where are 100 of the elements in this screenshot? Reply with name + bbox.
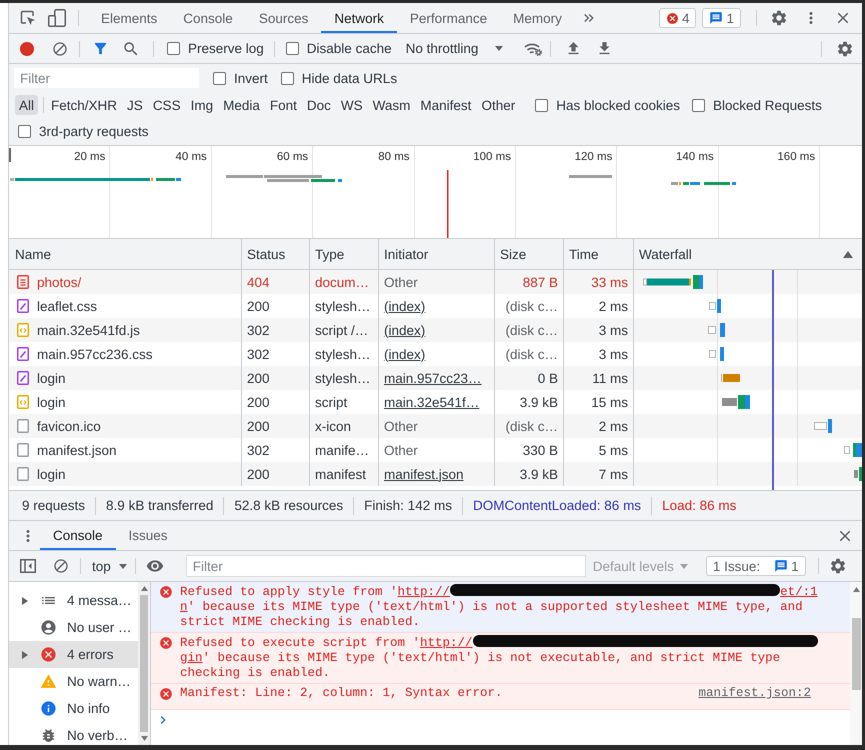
checkbox[interactable] <box>18 125 31 138</box>
scroll-down-arrow-icon[interactable] <box>140 736 148 741</box>
settings-icon[interactable] <box>836 40 854 58</box>
initiator-link[interactable]: manifest.json <box>384 466 464 482</box>
devices-icon[interactable] <box>48 9 66 27</box>
checkbox[interactable] <box>692 98 706 112</box>
settings-icon[interactable] <box>770 9 788 27</box>
sidebar-item[interactable]: 4 errors <box>9 641 138 668</box>
issue-count-button[interactable]: 1 <box>702 8 741 28</box>
column-header[interactable]: Name <box>9 239 241 269</box>
drawer-tab[interactable]: Issues <box>116 521 181 550</box>
column-header[interactable]: Size <box>494 239 563 269</box>
panel-tab[interactable]: Performance <box>396 3 500 33</box>
document-file-icon <box>17 275 29 289</box>
throttling-select[interactable]: No throttling <box>406 41 504 56</box>
checkbox[interactable] <box>167 42 180 55</box>
sidebar-item[interactable]: 4 messa… <box>9 587 138 614</box>
request-row[interactable]: login 200 stylesh… main.957cc23… 0 B 11 ms <box>9 366 862 390</box>
url-link[interactable]: http:// <box>420 636 473 650</box>
info-icon <box>40 700 57 717</box>
console-filter-input[interactable]: Filter <box>186 555 586 577</box>
type-filter-button[interactable]: Img <box>186 95 218 115</box>
tick-label: 40 ms <box>175 151 207 164</box>
tick-label: 20 ms <box>74 151 106 164</box>
scroll-up-arrow-icon[interactable] <box>140 586 148 591</box>
panel-tab[interactable]: Memory <box>500 3 575 33</box>
status-text: Finish: 142 ms <box>353 496 462 514</box>
panel-tab[interactable]: Elements <box>88 3 170 33</box>
source-link[interactable]: manifest.json:2 <box>698 686 811 701</box>
checkbox[interactable] <box>213 72 226 84</box>
scrollbar-thumb[interactable] <box>140 595 148 732</box>
type-filter-button[interactable]: Other <box>477 95 520 115</box>
checkbox-label: Has blocked cookies <box>556 98 680 112</box>
url-link[interactable]: http:// <box>398 585 450 599</box>
url-link[interactable]: n <box>180 600 188 614</box>
type-filter-button[interactable]: All <box>15 95 38 115</box>
checkbox-label: Hide data URLs <box>302 70 398 86</box>
type-filter-button[interactable]: Doc <box>302 95 335 115</box>
url-link[interactable]: gin <box>180 651 203 665</box>
wifi-gear-icon[interactable] <box>524 42 542 56</box>
sidebar-item[interactable]: No warn… <box>9 668 138 695</box>
disclosure-triangle-icon[interactable] <box>22 650 28 658</box>
caret-icon <box>495 46 504 51</box>
type-filter-button[interactable]: Font <box>266 95 301 115</box>
column-header[interactable]: Type <box>309 239 378 269</box>
initiator-link[interactable]: (index) <box>384 298 426 314</box>
initiator-link[interactable]: main.32e541f… <box>384 394 480 410</box>
checkbox[interactable] <box>280 72 294 84</box>
request-row[interactable]: login 200 manifest manifest.json 3.9 kB 7 ms <box>9 462 862 486</box>
type-filter-button[interactable]: WS <box>336 95 367 115</box>
timing-bar <box>708 326 716 334</box>
column-header[interactable]: Waterfall <box>633 239 862 269</box>
request-name: login <box>37 394 66 410</box>
type-filter-button[interactable]: Media <box>219 95 264 115</box>
sidebar-item[interactable]: No info <box>9 695 138 722</box>
type-filter-button[interactable]: Fetch/XHR <box>47 95 122 115</box>
disclosure-triangle-icon[interactable] <box>22 596 28 604</box>
initiator-link[interactable]: main.957cc23… <box>384 370 482 386</box>
record-icon[interactable] <box>20 42 34 56</box>
block-icon[interactable] <box>52 40 68 56</box>
user-icon <box>40 619 57 636</box>
error-icon <box>159 636 173 650</box>
search-icon[interactable] <box>122 40 140 58</box>
timing-bar <box>709 350 716 358</box>
type-filter-button[interactable]: Manifest <box>416 95 476 115</box>
panel-tab[interactable]: Console <box>170 3 246 33</box>
block-icon[interactable] <box>53 558 69 574</box>
checkbox-label: Preserve log <box>188 41 264 56</box>
type-filter-button[interactable]: Wasm <box>368 95 414 115</box>
column-header[interactable]: Initiator <box>378 239 494 269</box>
request-name: main.32e541fd.js <box>37 322 140 338</box>
initiator-link[interactable]: (index) <box>384 346 426 362</box>
error-count-button[interactable]: 4 <box>658 8 696 28</box>
initiator-link[interactable]: (index) <box>384 322 426 338</box>
url-link[interactable]: et/:1 <box>780 585 818 599</box>
filter-input[interactable]: Filter <box>14 68 199 88</box>
context-select[interactable]: top <box>92 558 127 574</box>
type-cell: manifest <box>309 462 378 486</box>
sidebar-item[interactable]: No user … <box>9 614 138 641</box>
filter-icon[interactable] <box>92 40 109 57</box>
panel-tab[interactable]: Sources <box>246 3 322 33</box>
checkbox[interactable] <box>286 42 299 55</box>
scroll-up-arrow-icon[interactable] <box>852 587 860 592</box>
inspect-element-icon[interactable] <box>20 10 36 26</box>
issues-button[interactable]: 1 Issue: 1 <box>706 556 806 576</box>
request-row[interactable]: favicon.ico 200 x-icon Other (disk c… 2 ms <box>9 414 862 438</box>
column-header[interactable]: Status <box>241 239 309 269</box>
sidebar-item[interactable]: No verb… <box>9 722 138 745</box>
request-row[interactable]: main.32e541fd.js 302 script /… (index) (disk c… 3 ms <box>9 318 862 342</box>
column-header[interactable]: Time <box>563 239 633 269</box>
scrollbar-thumb[interactable] <box>852 618 860 690</box>
request-row[interactable]: photos/ 404 docum… Other 887 B 33 ms <box>9 270 862 294</box>
timing-bar <box>569 175 612 178</box>
checkbox[interactable] <box>535 98 548 112</box>
type-filter-button[interactable]: JS <box>123 95 147 115</box>
type-filter-button[interactable]: CSS <box>148 95 185 115</box>
settings-icon[interactable] <box>828 557 847 575</box>
blank-file-icon <box>17 419 29 433</box>
sidebar-toggle-icon[interactable] <box>20 559 36 573</box>
tick-label: 100 ms <box>473 151 511 164</box>
